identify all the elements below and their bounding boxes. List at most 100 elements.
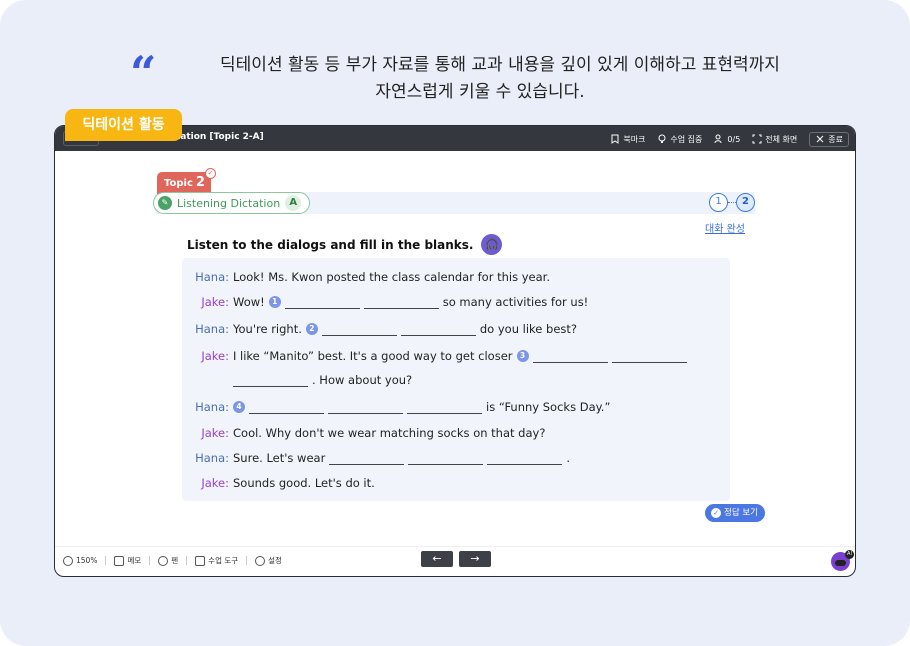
utterance-text: Look! Ms. Kwon posted the class calendar… xyxy=(233,270,550,284)
activity-title-pill: ✎ Listening Dictation A xyxy=(153,192,311,214)
lightbulb-icon xyxy=(658,134,666,143)
app-window: Listening Dictation [Topic 2-A] 북마크 수업 집… xyxy=(54,125,856,577)
speaker-jake: Jake: xyxy=(201,476,229,490)
participants-button[interactable]: 0/5 xyxy=(714,134,740,144)
blank-input[interactable] xyxy=(532,350,608,363)
settings-button[interactable]: 설정 xyxy=(255,555,282,566)
settings-icon xyxy=(255,555,266,566)
divider xyxy=(186,556,188,565)
utterance: Cool. Why don't we wear matching socks o… xyxy=(233,426,545,440)
focus-label: 수업 집중 xyxy=(670,134,703,144)
blank-input[interactable] xyxy=(233,374,308,387)
activity-title: Listening Dictation xyxy=(177,196,281,210)
blank-input[interactable] xyxy=(487,452,563,465)
step-connector xyxy=(728,202,736,203)
utterance: Look! Ms. Kwon posted the class calendar… xyxy=(233,270,550,284)
utterance: Wow! 1 so many activities for us! xyxy=(233,295,588,309)
blank-input[interactable] xyxy=(611,350,687,363)
pen-button[interactable]: 펜 xyxy=(158,555,178,566)
utterance-text: You're right. xyxy=(233,322,302,336)
speaker-hana: Hana: xyxy=(195,270,229,284)
divider xyxy=(149,556,151,565)
zoom-icon xyxy=(63,555,73,566)
prev-page-button[interactable]: ← xyxy=(421,551,453,567)
utterance: I like “Manito” best. It's a good way to… xyxy=(233,349,687,363)
zoom-level: 150% xyxy=(76,556,98,565)
memo-button[interactable]: 메모 xyxy=(114,555,141,566)
participants-count: 0/5 xyxy=(727,134,741,144)
headline-line-2: 자연스럽게 키울 수 있습니다. xyxy=(375,82,585,102)
topic-label: Topic xyxy=(164,178,193,189)
speaker-jake: Jake: xyxy=(201,426,229,440)
bookmark-button[interactable]: 북마크 xyxy=(610,134,645,145)
utterance: You're right. 2 do you like best? xyxy=(233,322,577,336)
speaker-jake: Jake: xyxy=(201,349,229,363)
utterance-text: do you like best? xyxy=(479,322,578,336)
exit-label: 종료 xyxy=(828,134,843,144)
blank-input[interactable] xyxy=(363,296,439,309)
memo-icon xyxy=(114,555,125,566)
step-2-button[interactable]: 2 xyxy=(736,193,755,212)
utterance: Sounds good. Let's do it. xyxy=(233,476,375,490)
blank-number-badge: 2 xyxy=(305,323,318,335)
topic-badge: Topic 2 ✓ xyxy=(157,168,216,194)
utterance-text: Wow! xyxy=(233,295,265,309)
background-panel: “ 딕테이션 활동 등 부가 자료를 통해 교과 내용을 깊이 있게 이해하고 … xyxy=(0,0,910,646)
blank-input[interactable] xyxy=(284,296,360,309)
step-1-button[interactable]: 1 xyxy=(709,193,728,212)
show-answer-button[interactable]: ✓ 정답 보기 xyxy=(705,504,765,522)
speaker-jake: Jake: xyxy=(201,295,229,309)
dialog-complete-link[interactable]: 대화 완성 xyxy=(705,220,745,235)
topic-number: 2 xyxy=(195,175,205,190)
zoom-button[interactable]: 150% xyxy=(63,555,98,566)
fullscreen-label: 전체 화면 xyxy=(765,134,798,144)
utterance: 4 is “Funny Socks Day.” xyxy=(233,400,610,414)
tools-icon xyxy=(195,555,206,566)
pen-label: 펜 xyxy=(171,556,179,565)
utterance-text: so many activities for us! xyxy=(442,295,589,309)
bookmark-label: 북마크 xyxy=(623,134,646,144)
utterance-text: Sounds good. Let's do it. xyxy=(233,476,375,490)
utterance-text: Cool. Why don't we wear matching socks o… xyxy=(233,426,546,440)
exit-button[interactable]: 종료 xyxy=(809,131,849,147)
class-tools-label: 수업 도구 xyxy=(208,556,239,565)
utterance: . How about you? xyxy=(233,373,412,387)
speaker-hana: Hana: xyxy=(195,400,229,414)
show-answer-label: 정답 보기 xyxy=(724,508,758,518)
users-icon xyxy=(714,134,722,144)
headline: 딕테이션 활동 등 부가 자료를 통해 교과 내용을 깊이 있게 이해하고 표현… xyxy=(130,52,830,106)
focus-button[interactable]: 수업 집중 xyxy=(657,134,702,145)
divider xyxy=(246,556,248,565)
blank-input[interactable] xyxy=(329,452,405,465)
step-indicator: 1 2 xyxy=(709,193,757,213)
blank-input[interactable] xyxy=(407,401,482,414)
utterance-text: . xyxy=(566,451,570,465)
utterance-text: . How about you? xyxy=(312,373,413,387)
blank-number-badge: 3 xyxy=(516,350,529,362)
check-icon: ✓ xyxy=(711,508,721,518)
utterance-text: I like “Manito” best. It's a good way to… xyxy=(233,349,513,363)
blank-input[interactable] xyxy=(249,401,324,414)
blank-input[interactable] xyxy=(408,452,484,465)
blank-input[interactable] xyxy=(400,323,476,336)
check-icon: ✓ xyxy=(205,168,216,179)
speaker-hana: Hana: xyxy=(195,322,229,336)
pen-icon xyxy=(158,555,169,566)
speaker-hana: Hana: xyxy=(195,451,229,465)
settings-label: 설정 xyxy=(268,556,282,565)
next-page-button[interactable]: → xyxy=(459,551,491,567)
divider xyxy=(105,556,107,565)
blank-input[interactable] xyxy=(328,401,403,414)
instruction-text: Listen to the dialogs and fill in the bl… xyxy=(187,237,474,252)
activity-letter: A xyxy=(285,195,302,211)
toolbar: 북마크 수업 집중 0/5 전체 화면 종료 xyxy=(610,131,849,147)
utterance-text: is “Funny Socks Day.” xyxy=(486,400,611,414)
headphones-icon[interactable]: 🎧 xyxy=(481,234,503,255)
blank-number-badge: 1 xyxy=(268,296,281,308)
bottom-tools: 150% 메모 펜 수업 도구 설정 xyxy=(63,555,282,566)
fullscreen-button[interactable]: 전체 화면 xyxy=(752,134,797,145)
class-tools-button[interactable]: 수업 도구 xyxy=(195,555,238,566)
fullscreen-icon xyxy=(752,134,762,144)
blank-input[interactable] xyxy=(321,323,397,336)
close-icon xyxy=(816,135,824,143)
